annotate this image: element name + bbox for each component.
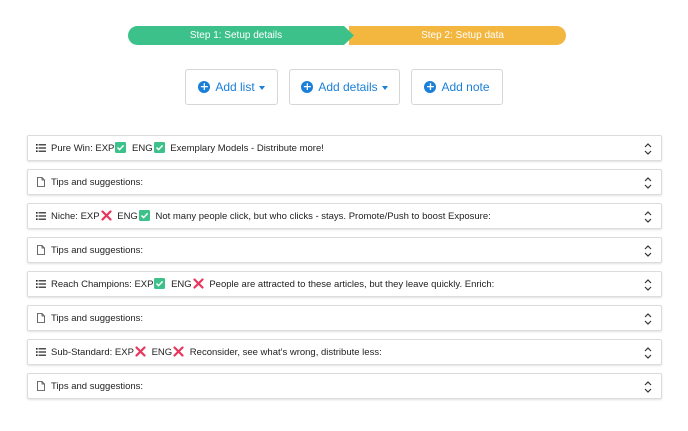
exp-label: EXP: [80, 211, 100, 222]
file-icon: [37, 245, 45, 255]
tips-row[interactable]: Tips and suggestions:: [27, 237, 662, 263]
list-icon: [36, 280, 46, 288]
eng-label: ENG: [117, 211, 138, 222]
tips-label: Tips and suggestions:: [51, 380, 144, 392]
expand-collapse-icon[interactable]: [643, 346, 653, 360]
category-text: Niche: EXP ENG Not many people click, bu…: [51, 210, 491, 222]
tips-label: Tips and suggestions:: [51, 312, 144, 324]
category-row[interactable]: Sub-Standard: EXP ENG Reconsider, see wh…: [27, 339, 662, 365]
category-description: Exemplary Models - Distribute more!: [170, 143, 324, 154]
file-icon: [37, 381, 45, 391]
category-name: Sub-Standard:: [51, 347, 113, 358]
add-details-label: Add details: [318, 80, 378, 94]
caret-down-icon: [258, 85, 265, 90]
expand-collapse-icon[interactable]: [643, 312, 653, 326]
list-icon: [36, 144, 46, 152]
file-icon: [37, 177, 45, 187]
add-details-button[interactable]: + Add details: [289, 69, 400, 105]
action-toolbar: + Add list + Add details + Add note: [0, 69, 688, 105]
exp-label: EXP: [114, 347, 134, 358]
expand-collapse-icon[interactable]: [643, 278, 653, 292]
category-name: Pure Win:: [51, 143, 93, 154]
check-icon: [153, 142, 165, 153]
category-row[interactable]: Niche: EXP ENG Not many people click, bu…: [27, 203, 662, 229]
check-icon: [138, 210, 150, 221]
plus-circle-icon: +: [198, 80, 211, 93]
list-icon: [36, 212, 46, 220]
stepper: Step 1: Setup details Step 2: Setup data: [128, 26, 566, 45]
category-row[interactable]: Pure Win: EXP ENG Exemplary Models - Dis…: [27, 135, 662, 161]
tips-row[interactable]: Tips and suggestions:: [27, 305, 662, 331]
category-name: Niche:: [51, 211, 78, 222]
check-icon: [115, 142, 127, 153]
step-1-setup-details[interactable]: Step 1: Setup details: [128, 26, 354, 45]
plus-circle-icon: +: [424, 80, 437, 93]
expand-collapse-icon[interactable]: [643, 176, 653, 190]
exp-label: EXP: [95, 143, 115, 154]
add-note-button[interactable]: + Add note: [411, 69, 503, 105]
expand-collapse-icon[interactable]: [643, 142, 653, 156]
eng-label: ENG: [151, 347, 173, 358]
category-description: Reconsider, see what's wrong, distribute…: [189, 347, 382, 358]
tips-row[interactable]: Tips and suggestions:: [27, 169, 662, 195]
expand-collapse-icon[interactable]: [643, 244, 653, 258]
category-description: Not many people click, but who clicks - …: [155, 211, 491, 222]
caret-down-icon: [381, 85, 388, 90]
category-text: Reach Champions: EXP ENG People are attr…: [51, 278, 494, 290]
add-list-button[interactable]: + Add list: [185, 69, 278, 105]
tips-label: Tips and suggestions:: [51, 176, 144, 188]
tips-row[interactable]: Tips and suggestions:: [27, 373, 662, 399]
list-icon: [36, 348, 46, 356]
file-icon: [37, 313, 45, 323]
add-list-label: Add list: [215, 80, 255, 94]
accordion-list: Pure Win: EXP ENG Exemplary Models - Dis…: [27, 135, 662, 407]
cross-icon: [193, 278, 204, 289]
tips-label: Tips and suggestions:: [51, 244, 144, 256]
exp-label: EXP: [134, 279, 154, 290]
category-text: Pure Win: EXP ENG Exemplary Models - Dis…: [51, 142, 324, 154]
plus-circle-icon: +: [301, 80, 314, 93]
check-icon: [154, 278, 166, 289]
cross-icon: [100, 210, 112, 221]
expand-collapse-icon[interactable]: [643, 210, 653, 224]
eng-label: ENG: [171, 279, 192, 290]
eng-label: ENG: [132, 143, 153, 154]
expand-collapse-icon[interactable]: [643, 380, 653, 394]
cross-icon: [173, 346, 184, 357]
cross-icon: [135, 346, 146, 357]
step-2-setup-data[interactable]: Step 2: Setup data: [349, 26, 566, 45]
add-note-label: Add note: [441, 80, 490, 94]
category-text: Sub-Standard: EXP ENG Reconsider, see wh…: [51, 346, 382, 358]
category-name: Reach Champions:: [51, 279, 132, 290]
category-row[interactable]: Reach Champions: EXP ENG People are attr…: [27, 271, 662, 297]
category-description: People are attracted to these articles, …: [209, 279, 495, 290]
